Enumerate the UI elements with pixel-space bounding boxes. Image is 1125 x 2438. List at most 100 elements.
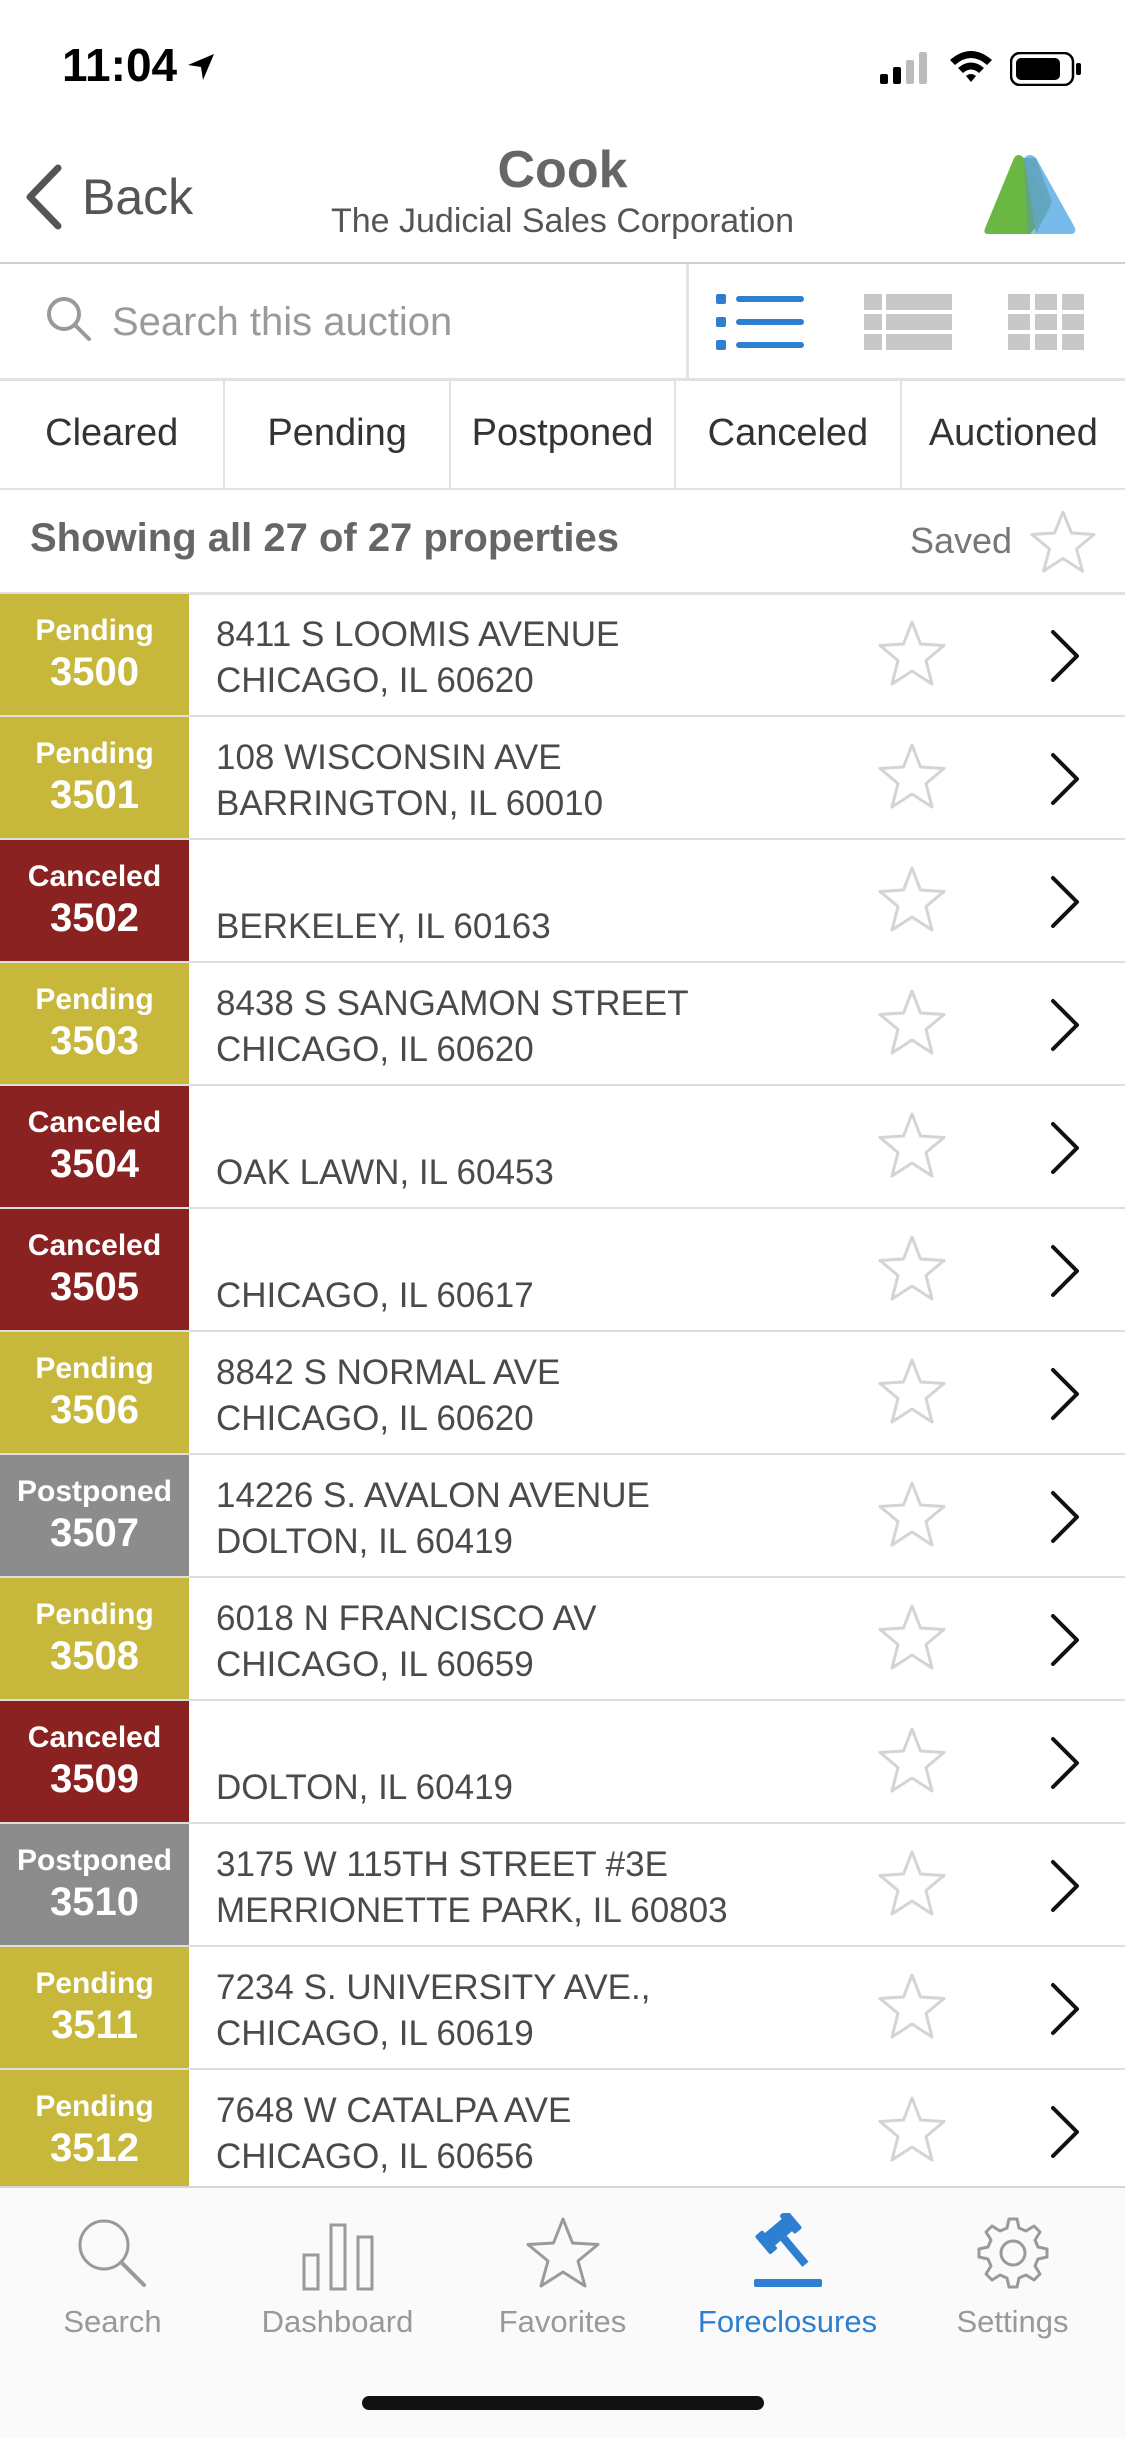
filter-auctioned[interactable]: Auctioned: [902, 378, 1125, 488]
bar-chart-icon: [302, 2223, 373, 2291]
favorite-star-icon[interactable]: [876, 987, 948, 1062]
favorite-star-icon[interactable]: [876, 1356, 948, 1431]
tab-settings[interactable]: Settings: [900, 2208, 1125, 2340]
favorite-star-icon[interactable]: [876, 1479, 948, 1554]
sale-number: 3510: [50, 1880, 139, 1924]
property-row[interactable]: Pending 3512 7648 W CATALPA AVE CHICAGO, IL…: [0, 2070, 1125, 2193]
favorite-star-icon[interactable]: [876, 1848, 948, 1923]
address-line1: 8411 S LOOMIS AVENUE: [216, 615, 620, 654]
property-row[interactable]: Pending 3506 8842 S NORMAL AVE CHICAGO, IL …: [0, 1332, 1125, 1455]
property-address: 108 WISCONSIN AVE BARRINGTON, IL 60010: [216, 735, 603, 827]
favorite-star-icon[interactable]: [876, 618, 948, 693]
chevron-right-icon[interactable]: [1048, 874, 1082, 935]
star-icon: [526, 2217, 599, 2288]
property-row[interactable]: Pending 3511 7234 S. UNIVERSITY AVE., CHICA…: [0, 1947, 1125, 2070]
property-row[interactable]: Pending 3508 6018 N FRANCISCO AV CHICAGO, I…: [0, 1578, 1125, 1701]
tab-foreclosures-label: Foreclosures: [697, 2304, 878, 2339]
chevron-right-icon[interactable]: [1048, 1366, 1082, 1427]
cellular-signal-icon: [880, 52, 930, 89]
chevron-right-icon[interactable]: [1048, 628, 1082, 689]
property-row[interactable]: Pending 3503 8438 S SANGAMON STREET CHICAGO…: [0, 963, 1125, 1086]
address-line2: DOLTON, IL 60419: [216, 1522, 514, 1561]
address-line1: [216, 1104, 554, 1150]
tab-search[interactable]: Search: [0, 2208, 225, 2340]
property-row[interactable]: Canceled 3505 CHICAGO, IL 60617: [0, 1209, 1125, 1332]
list-view-button[interactable]: [714, 292, 806, 352]
status-label: Canceled: [27, 1229, 162, 1262]
grid-view-button[interactable]: [1006, 292, 1086, 352]
favorite-star-icon[interactable]: [876, 2094, 948, 2169]
address-line2: CHICAGO, IL 60617: [216, 1276, 534, 1315]
sale-number: 3508: [50, 1634, 139, 1678]
tab-foreclosures[interactable]: Foreclosures: [675, 2208, 900, 2340]
status-badge: Pending 3506: [0, 1332, 189, 1453]
status-badge: Pending 3511: [0, 1947, 189, 2068]
favorite-star-icon[interactable]: [876, 1971, 948, 2046]
sale-number: 3507: [50, 1511, 139, 1555]
filter-cleared[interactable]: Cleared: [0, 378, 226, 488]
filter-pending[interactable]: Pending: [225, 378, 451, 488]
property-address: 8411 S LOOMIS AVENUE CHICAGO, IL 60620: [216, 612, 619, 704]
property-row[interactable]: Pending 3501 108 WISCONSIN AVE BARRINGTON, …: [0, 717, 1125, 840]
saved-filter-star-icon[interactable]: [1028, 508, 1098, 581]
address-line2: CHICAGO, IL 60620: [216, 661, 534, 700]
property-row[interactable]: Postponed 3510 3175 W 115TH STREET #3E MERR…: [0, 1824, 1125, 1947]
chevron-right-icon[interactable]: [1048, 751, 1082, 812]
property-address: 8438 S SANGAMON STREET CHICAGO, IL 60620: [216, 981, 689, 1073]
status-badge: Canceled 3509: [0, 1701, 189, 1822]
tab-favorites[interactable]: Favorites: [450, 2208, 675, 2340]
chevron-right-icon[interactable]: [1048, 997, 1082, 1058]
location-arrow-icon: [184, 50, 218, 89]
address-line1: 14226 S. AVALON AVENUE: [216, 1476, 650, 1515]
status-label: Canceled: [27, 1106, 162, 1139]
address-line2: CHICAGO, IL 60620: [216, 1030, 534, 1069]
property-row[interactable]: Canceled 3502 BERKELEY, IL 60163: [0, 840, 1125, 963]
chevron-right-icon[interactable]: [1048, 1120, 1082, 1181]
status-label: Pending: [35, 2090, 154, 2123]
address-line2: CHICAGO, IL 60619: [216, 2014, 534, 2053]
property-address: 14226 S. AVALON AVENUE DOLTON, IL 60419: [216, 1473, 650, 1565]
page-title: Cook: [497, 141, 628, 199]
chevron-right-icon[interactable]: [1048, 1735, 1082, 1796]
address-line2: CHICAGO, IL 60659: [216, 1645, 534, 1684]
chevron-right-icon[interactable]: [1048, 1489, 1082, 1550]
property-list: Pending 3500 8411 S LOOMIS AVENUE CHICAGO, …: [0, 594, 1125, 2193]
property-row[interactable]: Postponed 3507 14226 S. AVALON AVENUE DOLTO…: [0, 1455, 1125, 1578]
tab-favorites-label: Favorites: [498, 2304, 627, 2339]
chevron-right-icon[interactable]: [1048, 1858, 1082, 1919]
filter-canceled[interactable]: Canceled: [676, 378, 902, 488]
property-address: CHICAGO, IL 60617: [216, 1227, 534, 1319]
search-input[interactable]: [110, 294, 674, 350]
filter-postponed[interactable]: Postponed: [451, 378, 677, 488]
status-label: Pending: [35, 1598, 154, 1631]
detail-list-icon: [864, 294, 952, 350]
status-badge: Postponed 3510: [0, 1824, 189, 1945]
favorite-star-icon[interactable]: [876, 1110, 948, 1185]
chevron-right-icon[interactable]: [1048, 1612, 1082, 1673]
sale-number: 3502: [50, 896, 139, 940]
favorite-star-icon[interactable]: [876, 741, 948, 816]
address-line1: 3175 W 115TH STREET #3E: [216, 1845, 668, 1884]
detail-view-button[interactable]: [862, 292, 954, 352]
status-badge: Pending 3508: [0, 1578, 189, 1699]
chevron-right-icon[interactable]: [1048, 2104, 1082, 2165]
sale-number: 3512: [50, 2126, 139, 2170]
app-logo-icon: [980, 152, 1080, 247]
favorite-star-icon[interactable]: [876, 1725, 948, 1800]
favorite-star-icon[interactable]: [876, 1602, 948, 1677]
wifi-icon: [948, 48, 994, 89]
address-line2: CHICAGO, IL 60620: [216, 1399, 534, 1438]
favorite-star-icon[interactable]: [876, 864, 948, 939]
status-filter-bar: Cleared Pending Postponed Canceled Aucti…: [0, 378, 1125, 490]
address-line2: DOLTON, IL 60419: [216, 1768, 514, 1807]
status-badge: Pending 3503: [0, 963, 189, 1084]
property-row[interactable]: Canceled 3509 DOLTON, IL 60419: [0, 1701, 1125, 1824]
search-icon: [78, 2219, 146, 2287]
property-row[interactable]: Pending 3500 8411 S LOOMIS AVENUE CHICAGO, …: [0, 594, 1125, 717]
tab-dashboard[interactable]: Dashboard: [225, 2208, 450, 2340]
chevron-right-icon[interactable]: [1048, 1981, 1082, 2042]
battery-icon: [1009, 51, 1082, 91]
favorite-star-icon[interactable]: [876, 1233, 948, 1308]
property-row[interactable]: Canceled 3504 OAK LAWN, IL 60453: [0, 1086, 1125, 1209]
chevron-right-icon[interactable]: [1048, 1243, 1082, 1304]
